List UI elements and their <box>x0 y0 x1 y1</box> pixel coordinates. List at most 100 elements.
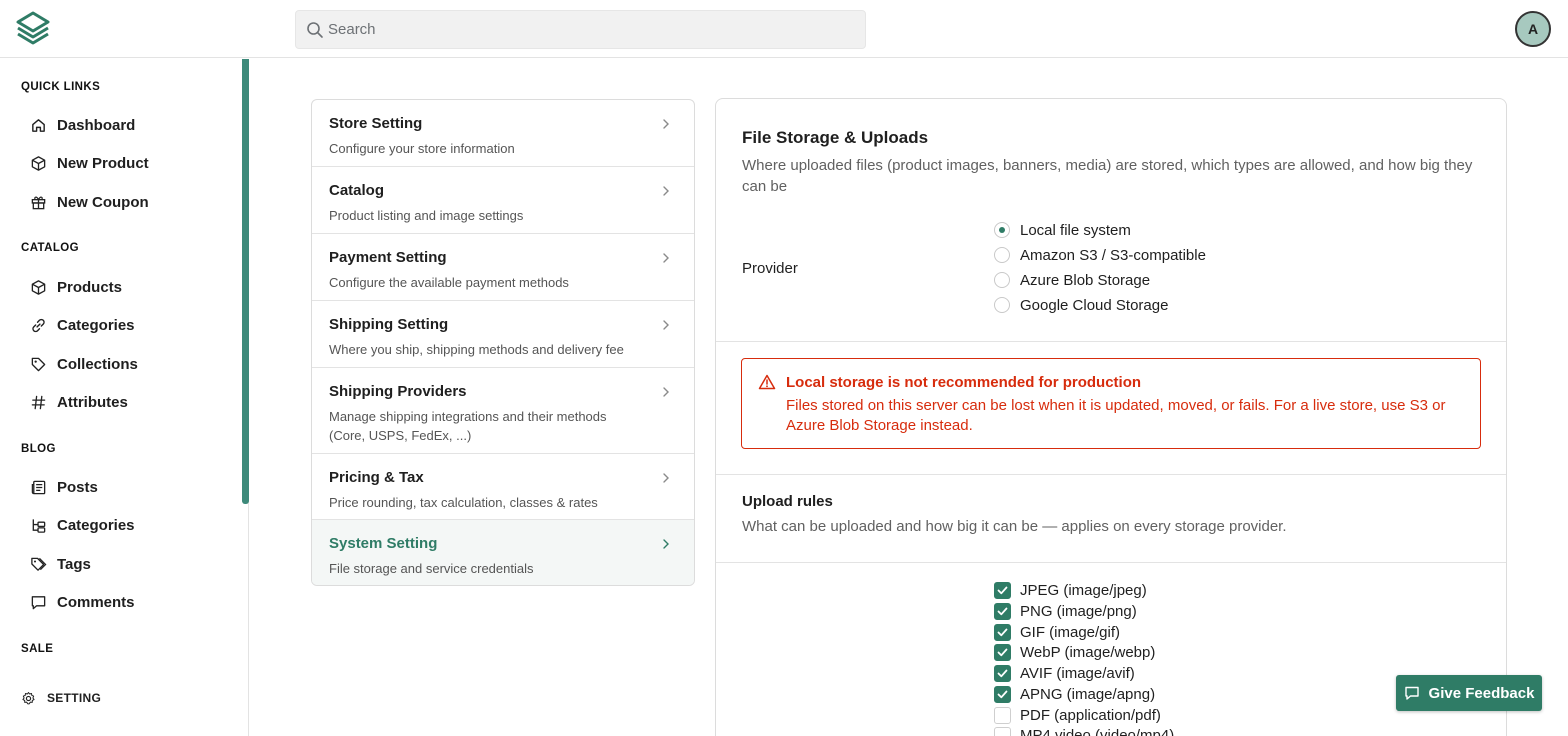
checkbox[interactable] <box>994 726 1011 736</box>
provider-option-azure[interactable]: Azure Blob Storage <box>994 270 1150 290</box>
sidebar-item-label: Categories <box>57 316 135 334</box>
sidebar-item-attributes[interactable]: Attributes <box>30 389 128 415</box>
checkbox[interactable] <box>994 602 1011 620</box>
file-type-apng[interactable]: APNG (image/apng) <box>994 684 1155 704</box>
file-type-png[interactable]: PNG (image/png) <box>994 601 1137 621</box>
search-icon <box>307 22 323 38</box>
provider-option-s3[interactable]: Amazon S3 / S3-compatible <box>994 245 1206 265</box>
chevron-right-icon <box>663 387 669 397</box>
sidebar-item-label: Tags <box>57 555 91 573</box>
menu-item-description: Manage shipping integrations and their m… <box>329 409 607 443</box>
menu-item-title: Shipping Setting <box>329 316 449 333</box>
settings-menu-shipping-setting[interactable]: Shipping Setting Where you ship, shippin… <box>312 301 694 368</box>
file-type-mp4[interactable]: MP4 video (video/mp4) <box>994 725 1174 736</box>
sidebar-item-label: SETTING <box>47 691 102 705</box>
file-type-jpeg[interactable]: JPEG (image/jpeg) <box>994 580 1147 600</box>
section-title-sale: SALE <box>21 643 54 655</box>
sidebar-item-categories[interactable]: Categories <box>30 312 135 338</box>
chevron-right-icon <box>663 253 669 263</box>
menu-item-title: Shipping Providers <box>329 383 467 400</box>
settings-menu-catalog[interactable]: Catalog Product listing and image settin… <box>312 167 694 234</box>
menu-item-description: Configure your store information <box>329 141 515 156</box>
file-type-webp[interactable]: WebP (image/webp) <box>994 642 1155 662</box>
chevron-right-icon <box>663 539 669 549</box>
app-logo-icon[interactable] <box>14 10 52 48</box>
upload-rules-description: What can be uploaded and how big it can … <box>742 518 1287 535</box>
sidebar-item-posts[interactable]: Posts <box>30 474 98 500</box>
gift-icon <box>31 196 46 209</box>
file-type-label: APNG (image/apng) <box>1020 685 1156 703</box>
settings-menu: Store Setting Configure your store infor… <box>311 99 695 586</box>
file-type-gif[interactable]: GIF (image/gif) <box>994 622 1120 642</box>
sidebar-item-label: Attributes <box>57 393 128 411</box>
file-type-pdf[interactable]: PDF (application/pdf) <box>994 705 1161 725</box>
section-divider <box>716 341 1506 342</box>
gear-icon <box>22 691 35 704</box>
checkbox[interactable] <box>994 664 1011 682</box>
box-icon <box>31 279 46 295</box>
settings-menu-store-setting[interactable]: Store Setting Configure your store infor… <box>312 100 694 167</box>
menu-item-title: Catalog <box>329 182 385 199</box>
radio-button[interactable] <box>994 272 1010 288</box>
sidebar-item-setting[interactable]: SETTING <box>21 685 101 711</box>
menu-item-description: Where you ship, shipping methods and del… <box>329 342 624 357</box>
sidebar-item-new-coupon[interactable]: New Coupon <box>30 189 149 215</box>
settings-menu-system-setting[interactable]: System Setting File storage and service … <box>312 520 694 585</box>
chat-icon <box>1404 686 1419 700</box>
file-storage-card: File Storage & Uploads Where uploaded fi… <box>715 98 1507 736</box>
checkbox[interactable] <box>994 706 1011 724</box>
card-description: Where uploaded files (product images, ba… <box>742 157 1473 195</box>
provider-option-gcs[interactable]: Google Cloud Storage <box>994 295 1168 315</box>
chevron-right-icon <box>663 119 669 129</box>
sidebar-item-comments[interactable]: Comments <box>30 589 135 615</box>
sidebar-item-tags[interactable]: Tags <box>30 551 91 577</box>
sidebar-item-products[interactable]: Products <box>30 274 122 300</box>
sidebar-item-new-product[interactable]: New Product <box>30 150 149 176</box>
checkbox[interactable] <box>994 623 1011 641</box>
user-avatar[interactable]: A <box>1515 11 1551 47</box>
radio-button[interactable] <box>994 247 1010 263</box>
section-divider <box>716 562 1506 563</box>
menu-item-description: Product listing and image settings <box>329 208 524 223</box>
provider-option-label: Local file system <box>1020 221 1131 239</box>
tags-icon <box>31 557 47 571</box>
sidebar-item-collections[interactable]: Collections <box>30 351 138 377</box>
radio-button[interactable] <box>994 297 1010 313</box>
settings-menu-payment-setting[interactable]: Payment Setting Configure the available … <box>312 234 694 301</box>
search-input[interactable] <box>328 11 848 48</box>
local-storage-warning: Local storage is not recommended for pro… <box>741 358 1481 449</box>
search-bar[interactable] <box>295 10 866 49</box>
provider-label: Provider <box>742 260 798 277</box>
checkbox[interactable] <box>994 643 1011 661</box>
file-type-label: AVIF (image/avif) <box>1020 664 1135 682</box>
menu-item-description: Price rounding, tax calculation, classes… <box>329 495 598 510</box>
provider-option-local[interactable]: Local file system <box>994 220 1131 240</box>
provider-option-label: Google Cloud Storage <box>1020 296 1169 314</box>
give-feedback-label: Give Feedback <box>1428 684 1535 702</box>
tag-icon <box>31 357 46 371</box>
menu-item-description: File storage and service credentials <box>329 561 534 576</box>
checkbox[interactable] <box>994 581 1011 599</box>
section-title-quick-links: QUICK LINKS <box>21 81 101 93</box>
sidebar-item-label: Comments <box>57 593 135 611</box>
provider-option-label: Azure Blob Storage <box>1020 271 1151 289</box>
radio-button[interactable] <box>994 222 1010 238</box>
checkbox[interactable] <box>994 685 1011 703</box>
sidebar-item-label: Categories <box>57 516 135 534</box>
give-feedback-button[interactable]: Give Feedback <box>1396 675 1542 711</box>
checkmark-icon <box>997 669 1008 677</box>
sidebar-item-blog-categories[interactable]: Categories <box>30 512 135 538</box>
settings-menu-shipping-providers[interactable]: Shipping Providers Manage shipping integ… <box>312 368 694 454</box>
sidebar-scrollbar[interactable] <box>242 59 249 504</box>
settings-menu-pricing-tax[interactable]: Pricing & Tax Price rounding, tax calcul… <box>312 454 694 520</box>
sidebar-item-dashboard[interactable]: Dashboard <box>30 112 135 138</box>
sidebar-item-label: Posts <box>57 478 98 496</box>
file-type-avif[interactable]: AVIF (image/avif) <box>994 663 1135 683</box>
menu-item-title: Store Setting <box>329 115 423 132</box>
sidebar-item-label: Products <box>57 278 123 296</box>
section-title-catalog: CATALOG <box>21 242 79 254</box>
link-icon <box>32 318 45 332</box>
file-type-label: JPEG (image/jpeg) <box>1020 581 1147 599</box>
warning-title: Local storage is not recommended for pro… <box>786 374 1142 391</box>
checkmark-icon <box>997 648 1008 656</box>
